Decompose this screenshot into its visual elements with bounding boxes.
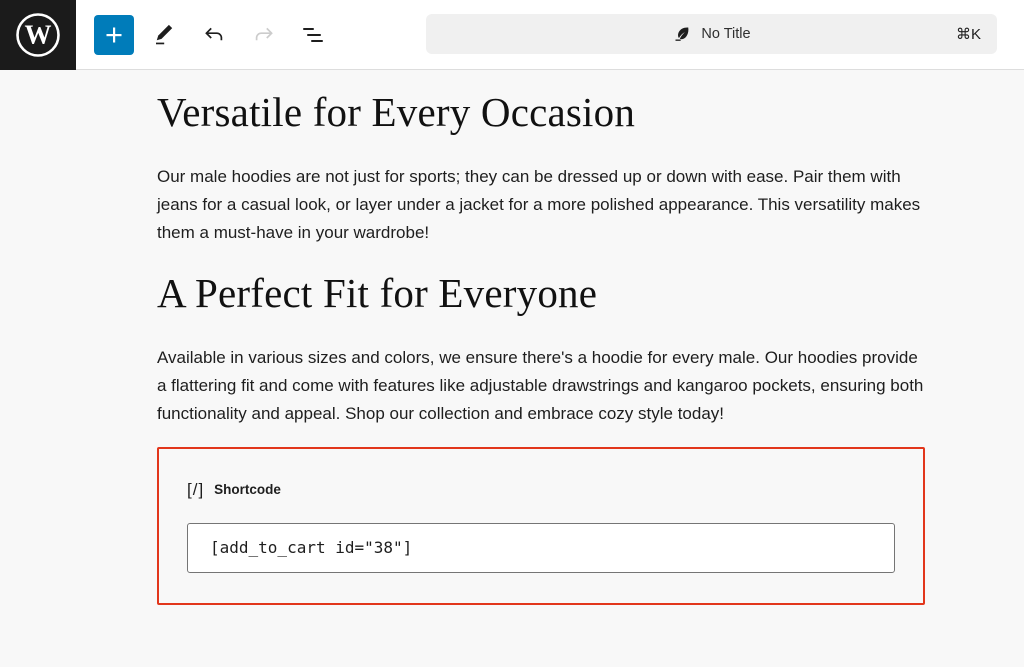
wordpress-menu-button[interactable]: W <box>0 0 76 70</box>
list-view-icon <box>301 23 327 47</box>
shortcode-icon: [/] <box>187 480 204 500</box>
svg-text:W: W <box>25 20 52 50</box>
wordpress-editor: W <box>0 0 1024 667</box>
edit-tool-button[interactable] <box>144 15 184 55</box>
command-palette-button[interactable]: No Title ⌘K <box>426 14 997 54</box>
shortcode-label: Shortcode <box>214 482 281 497</box>
paragraph-versatile[interactable]: Our male hoodies are not just for sports… <box>157 163 925 247</box>
undo-button[interactable] <box>194 15 234 55</box>
document-content: Versatile for Every Occasion Our male ho… <box>157 90 925 605</box>
undo-icon <box>202 23 226 47</box>
toolbar <box>94 0 334 70</box>
plus-icon <box>103 24 125 46</box>
shortcode-input[interactable] <box>187 523 895 573</box>
shortcode-block[interactable]: [/] Shortcode <box>157 447 925 605</box>
block-inserter-button[interactable] <box>94 15 134 55</box>
shortcode-block-header: [/] Shortcode <box>187 479 895 501</box>
heading-perfect-fit[interactable]: A Perfect Fit for Everyone <box>157 271 925 317</box>
command-shortcut: ⌘K <box>956 14 981 54</box>
editor-canvas: Versatile for Every Occasion Our male ho… <box>0 71 1024 667</box>
document-overview-button[interactable] <box>294 15 334 55</box>
editor-top-bar: W <box>0 0 1024 70</box>
document-title: No Title <box>701 26 750 42</box>
heading-versatile-occasion[interactable]: Versatile for Every Occasion <box>157 90 925 136</box>
redo-button[interactable] <box>244 15 284 55</box>
redo-icon <box>252 23 276 47</box>
pencil-icon <box>152 23 176 47</box>
paragraph-perfect-fit[interactable]: Available in various sizes and colors, w… <box>157 344 925 428</box>
wordpress-logo-icon: W <box>15 12 61 58</box>
post-icon <box>672 24 692 44</box>
